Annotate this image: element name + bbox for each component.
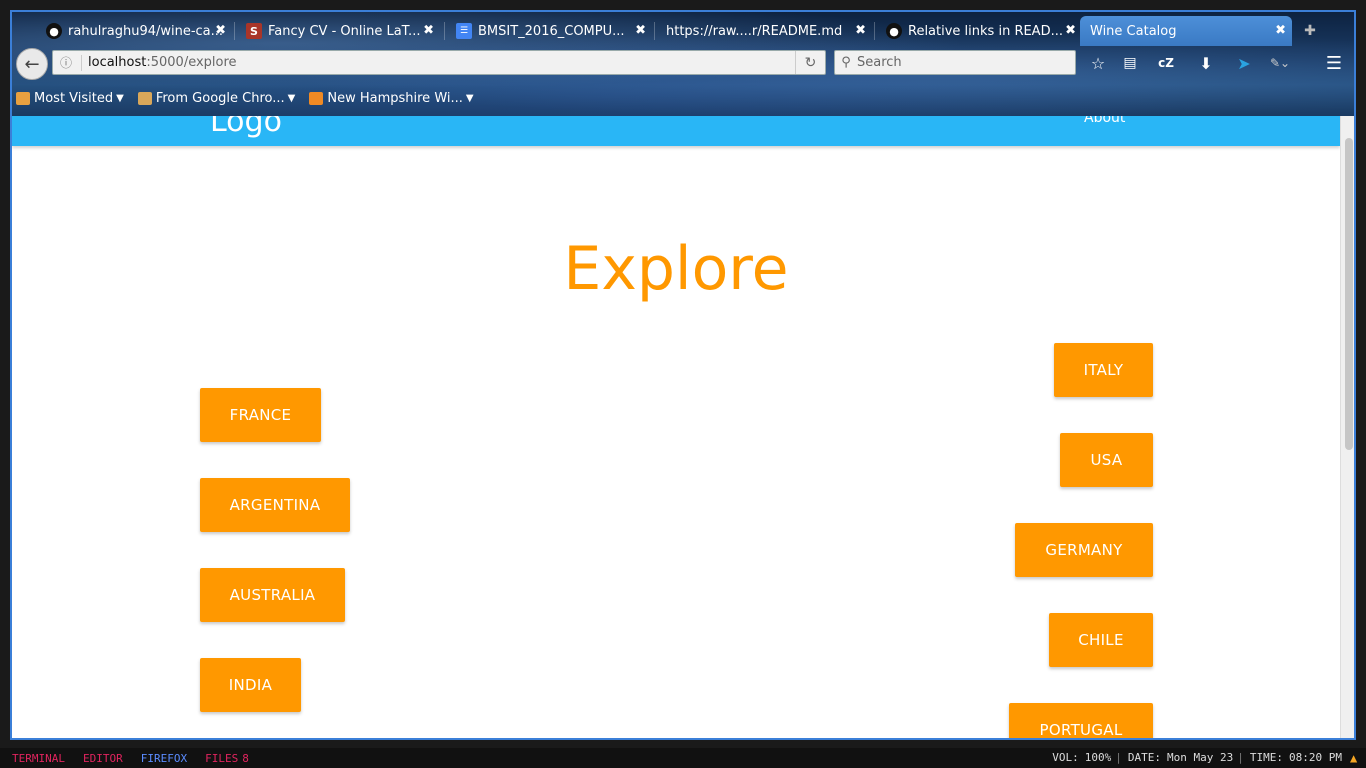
date-label: DATE: xyxy=(1127,751,1162,764)
scrollbar-thumb[interactable] xyxy=(1345,138,1353,450)
tab-1[interactable]: S Fancy CV - Online LaT... ✖ xyxy=(236,16,440,46)
close-tab-icon[interactable]: ✖ xyxy=(855,23,866,38)
bookmark-new-hampshire[interactable]: New Hampshire Wi... ▼ xyxy=(309,90,474,106)
tab-4[interactable]: ● Relative links in READ... ✖ xyxy=(876,16,1082,46)
workspace-editor[interactable]: EDITOR xyxy=(83,752,123,765)
close-tab-icon[interactable]: ✖ xyxy=(1065,23,1076,38)
folder-icon xyxy=(137,91,152,105)
tab-5-active[interactable]: Wine Catalog ✖ xyxy=(1080,16,1292,46)
telegram-icon[interactable]: ➤ xyxy=(1232,52,1256,74)
country-button-india[interactable]: INDIA xyxy=(200,658,301,712)
site-logo[interactable]: Logo xyxy=(210,116,282,140)
cz-icon[interactable]: cZ xyxy=(1154,52,1178,74)
arrow-left-icon: ← xyxy=(24,53,40,75)
close-tab-icon[interactable]: ✖ xyxy=(635,23,646,38)
github-icon: ● xyxy=(46,23,62,39)
reader-icon[interactable]: ▤ xyxy=(1118,52,1142,74)
workspace-firefox[interactable]: FIREFOX xyxy=(141,752,187,765)
country-button-france[interactable]: FRANCE xyxy=(200,388,321,442)
bookmark-label: New Hampshire Wi... xyxy=(327,90,463,106)
bookmark-most-visited[interactable]: Most Visited ▼ xyxy=(16,91,124,106)
close-tab-icon[interactable]: ✖ xyxy=(1275,23,1286,38)
page-title: Explore xyxy=(563,234,789,304)
tab-title: Relative links in READ... xyxy=(908,23,1063,39)
github-icon: ● xyxy=(886,23,902,39)
url-host: localhost xyxy=(88,55,147,70)
page-viewport: Logo About Explore FRANCE ARGENTINA AUST… xyxy=(12,116,1340,738)
tab-title: BMSIT_2016_COMPU... xyxy=(478,23,625,39)
status-right: VOL: 100% | DATE: Mon May 23 | TIME: 08:… xyxy=(1052,751,1342,764)
country-button-portugal[interactable]: PORTUGAL xyxy=(1009,703,1153,738)
close-tab-icon[interactable]: ✖ xyxy=(215,23,226,38)
info-icon[interactable]: ⓘ xyxy=(57,54,75,71)
country-button-chile[interactable]: CHILE xyxy=(1049,613,1153,667)
chevron-down-icon: ▼ xyxy=(287,92,296,104)
vlc-cone-icon[interactable]: ▲ xyxy=(1350,751,1364,765)
country-button-italy[interactable]: ITALY xyxy=(1054,343,1153,397)
google-docs-icon: ☰ xyxy=(456,23,472,39)
close-tab-icon[interactable]: ✖ xyxy=(423,23,434,38)
rss-icon xyxy=(309,91,324,105)
back-button[interactable]: ← xyxy=(16,48,48,80)
url-path: :5000/explore xyxy=(146,55,237,70)
chevron-down-icon: ▼ xyxy=(116,92,124,104)
reload-icon[interactable]: ↻ xyxy=(795,51,825,74)
tab-title: rahulraghu94/wine-ca... xyxy=(68,23,224,39)
new-tab-icon[interactable]: ✚ xyxy=(1298,20,1322,42)
date-value: Mon May 23 xyxy=(1167,751,1234,764)
browser-window: ● rahulraghu94/wine-ca... ✖ S Fancy CV -… xyxy=(10,10,1356,740)
time-value: 08:20 PM xyxy=(1289,751,1342,764)
bookmark-label: From Google Chro... xyxy=(155,90,285,106)
browser-chrome: ● rahulraghu94/wine-ca... ✖ S Fancy CV -… xyxy=(12,12,1354,116)
tab-strip: ● rahulraghu94/wine-ca... ✖ S Fancy CV -… xyxy=(12,12,1354,46)
nav-bar: ← ⓘ localhost:5000/explore ↻ ⚲ Search ☆ … xyxy=(12,46,1354,82)
bookmarks-toolbar: Most Visited ▼ From Google Chro... ▼ New… xyxy=(12,84,1354,112)
tab-3[interactable]: https://raw....r/README.md ✖ xyxy=(656,16,872,46)
tab-title: Fancy CV - Online LaT... xyxy=(268,23,421,39)
chevron-down-icon: ▼ xyxy=(465,92,474,104)
country-button-australia[interactable]: AUSTRALIA xyxy=(200,568,345,622)
workspace-files[interactable]: FILES xyxy=(205,752,238,765)
site-navbar: Logo About xyxy=(12,116,1340,146)
workspace-terminal[interactable]: TERMINAL xyxy=(12,752,65,765)
vol-label: VOL: xyxy=(1052,751,1079,764)
time-label: TIME: xyxy=(1249,751,1284,764)
bookmark-star-icon[interactable]: ☆ xyxy=(1086,52,1110,74)
bookmark-from-google[interactable]: From Google Chro... ▼ xyxy=(137,90,296,106)
about-link[interactable]: About xyxy=(1084,116,1125,128)
search-icon: ⚲ xyxy=(841,55,851,70)
country-button-usa[interactable]: USA xyxy=(1060,433,1153,487)
vol-value: 100% xyxy=(1084,751,1112,764)
tab-title: https://raw....r/README.md xyxy=(666,23,843,39)
download-icon[interactable]: ⬇ xyxy=(1194,52,1218,74)
workspace-8[interactable]: 8 xyxy=(242,752,249,765)
country-button-germany[interactable]: GERMANY xyxy=(1015,523,1153,577)
status-bar: TERMINAL EDITOR FIREFOX FILES 8 VOL: 100… xyxy=(0,748,1366,768)
page-scrollbar[interactable] xyxy=(1340,116,1354,738)
search-placeholder: Search xyxy=(857,55,902,70)
tab-title: Wine Catalog xyxy=(1090,23,1177,39)
most-visited-icon xyxy=(16,91,30,105)
search-input[interactable]: ⚲ Search xyxy=(834,50,1076,75)
cz-label: cZ xyxy=(1158,56,1174,70)
menu-icon[interactable]: ☰ xyxy=(1322,52,1346,74)
country-button-argentina[interactable]: ARGENTINA xyxy=(200,478,350,532)
tab-0[interactable]: ● rahulraghu94/wine-ca... ✖ xyxy=(36,16,232,46)
tab-2[interactable]: ☰ BMSIT_2016_COMPU... ✖ xyxy=(446,16,652,46)
extension-icon[interactable]: ✎⌄ xyxy=(1268,52,1292,74)
url-bar[interactable]: ⓘ localhost:5000/explore ↻ xyxy=(52,50,826,75)
bookmark-label: Most Visited xyxy=(34,90,114,106)
sharelatex-icon: S xyxy=(246,23,262,39)
